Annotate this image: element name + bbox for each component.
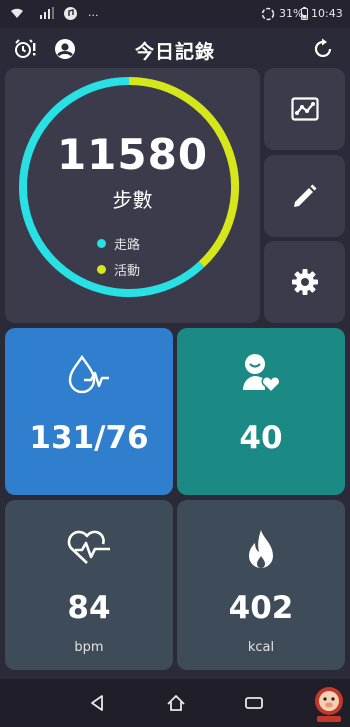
heart-rate-value: 84: [67, 590, 111, 626]
flame-icon: [249, 530, 273, 568]
battery-icon: [301, 7, 308, 23]
page-title: 今日記錄: [134, 41, 215, 63]
calories-unit: kcal: [247, 640, 275, 655]
back-icon[interactable]: [88, 694, 106, 716]
legend-activity: 活動: [97, 260, 140, 279]
heart-pulse-icon: [67, 530, 110, 564]
system-nav-bar: [0, 679, 350, 727]
legend-walk: 走路: [97, 234, 140, 253]
steps-card[interactable]: 11580 步數 走路 活動: [5, 68, 260, 323]
wifi-icon: [10, 7, 24, 22]
battery-percent: 31%: [279, 7, 304, 20]
trend-chart-icon: [290, 97, 319, 121]
blood-pressure-value: 131/76: [29, 420, 149, 456]
blood-pressure-tile[interactable]: 131/76: [5, 328, 173, 495]
app-header: 今日記錄: [0, 28, 350, 70]
status-bar: ... 31% 10:43: [0, 0, 350, 28]
battery-saver-icon: [261, 7, 275, 24]
legend-walk-label: 走路: [114, 238, 141, 253]
heart-rate-unit: bpm: [74, 640, 104, 655]
signal-icon: [40, 7, 54, 22]
refresh-icon[interactable]: [312, 37, 336, 61]
mood-tile[interactable]: 40: [177, 328, 345, 495]
home-icon[interactable]: [166, 694, 186, 716]
mood-value: 40: [239, 420, 283, 456]
watermark-logo: [312, 685, 346, 727]
edit-button[interactable]: [264, 155, 345, 237]
steps-label: 步數: [112, 188, 153, 212]
settings-button[interactable]: [264, 241, 345, 323]
calories-value: 402: [228, 590, 294, 626]
person-heart-icon: [243, 354, 281, 394]
legend-activity-label: 活動: [114, 264, 141, 279]
legend-activity-dot: [97, 265, 106, 274]
music-app-icon: [64, 7, 77, 23]
pencil-icon: [293, 184, 316, 207]
recent-apps-icon[interactable]: [244, 694, 264, 716]
notification-dots: ...: [88, 6, 99, 19]
trend-chart-button[interactable]: [264, 68, 345, 150]
blood-drop-pulse-icon: [68, 354, 109, 394]
heart-rate-tile[interactable]: 84 bpm: [5, 500, 173, 670]
gear-icon: [291, 269, 318, 295]
calories-tile[interactable]: 402 kcal: [177, 500, 345, 670]
clock-time: 10:43: [311, 7, 343, 20]
legend-walk-dot: [97, 239, 106, 248]
steps-value: 11580: [56, 130, 209, 179]
